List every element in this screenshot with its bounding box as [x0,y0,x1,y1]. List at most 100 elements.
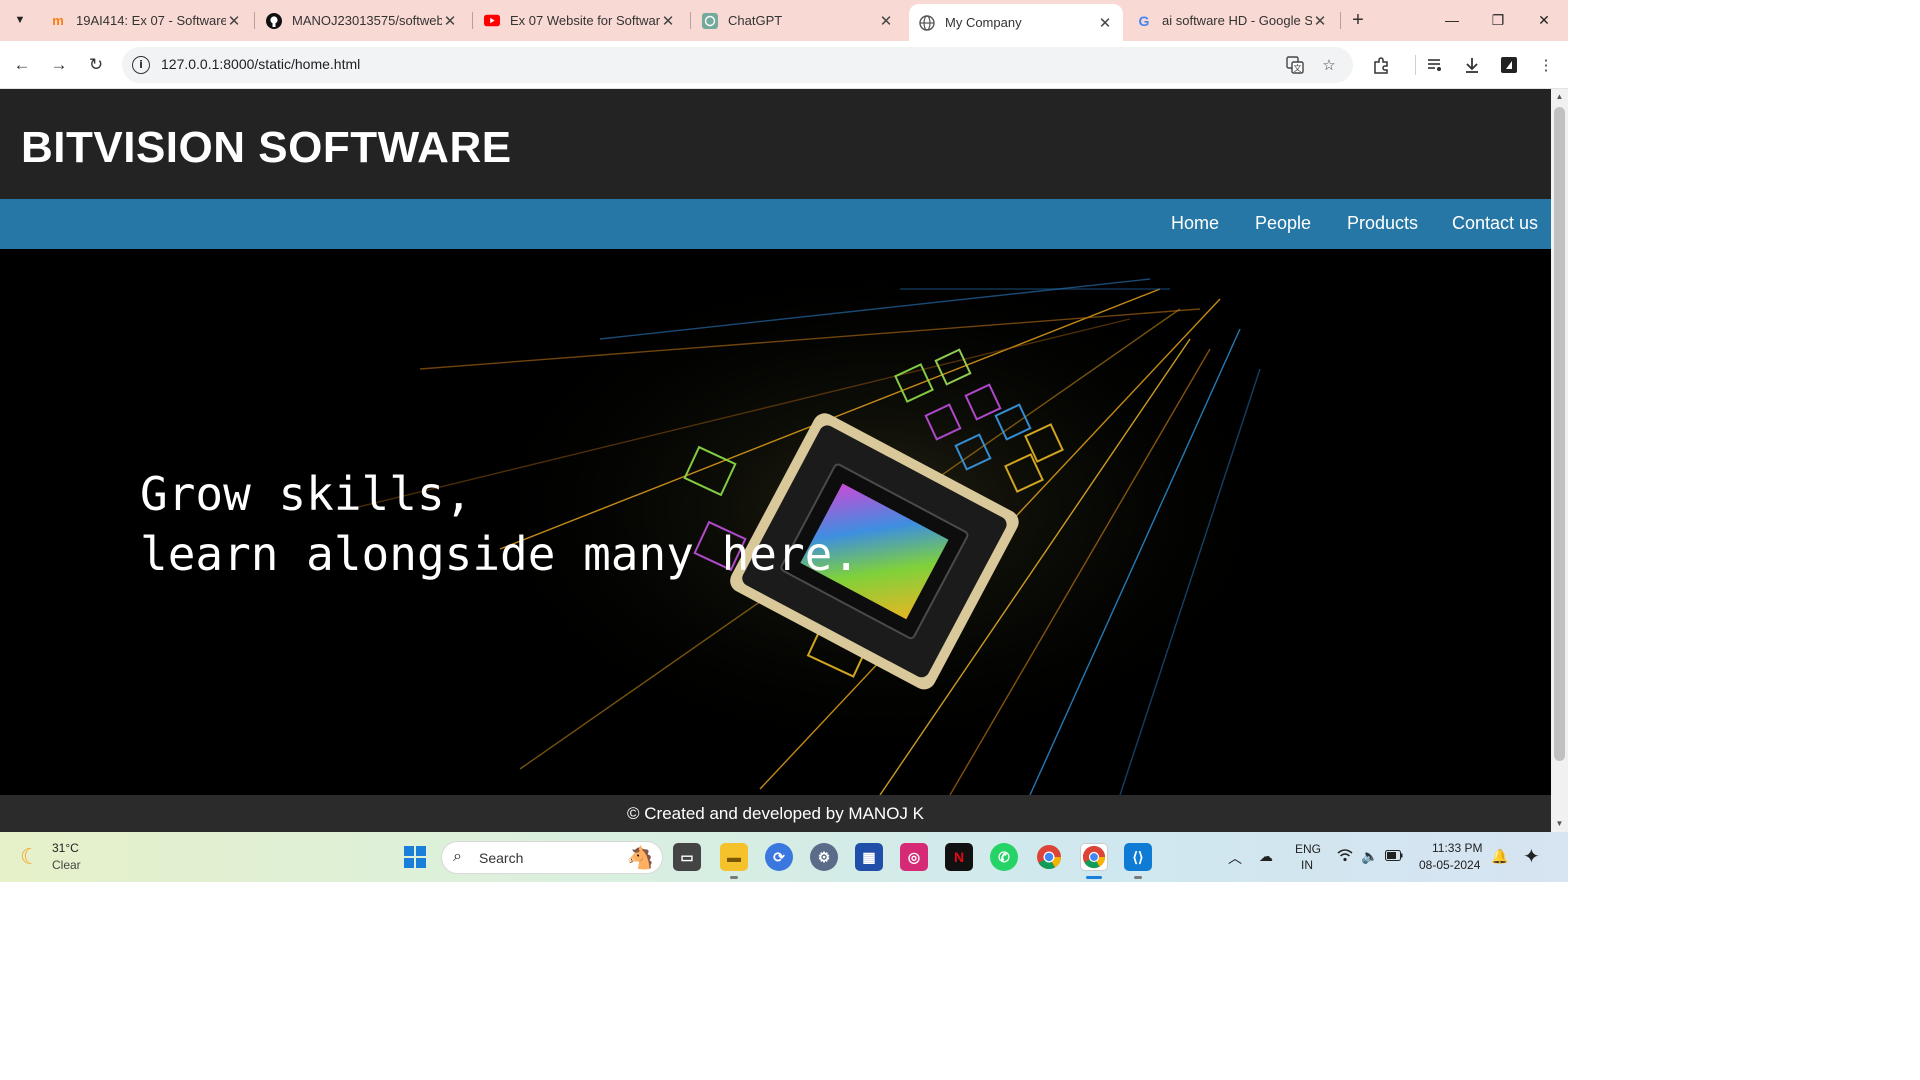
onedrive-cloud-icon[interactable]: ☁ [1259,848,1273,865]
bookmark-star-icon[interactable]: ☆ [1319,55,1339,75]
back-button[interactable]: ← [8,51,36,79]
restore-button[interactable]: ❐ [1475,6,1521,34]
menu-kebab-icon[interactable]: ⋮ [1534,53,1558,77]
clock-time[interactable]: 11:33 PM [1432,841,1482,855]
copilot-icon[interactable]: ✦ [1523,844,1540,869]
search-highlight-icon: 🐴 [626,845,654,870]
moon-weather-icon[interactable]: ☾ [20,844,40,870]
close-tab-icon[interactable]: ✕ [1312,12,1328,30]
hero-banner: Grow skills, learn alongside many here. [0,249,1551,795]
footer-credit: © Created and developed by MANOJ K [627,804,924,823]
tab-chatgpt[interactable]: ChatGPT ✕ [692,6,904,35]
site-nav: Home People Products Contact us [0,199,1551,249]
minimize-icon: — [1445,12,1459,28]
close-window-button[interactable]: ✕ [1521,6,1567,34]
restore-icon: ❐ [1491,11,1505,28]
close-tab-icon[interactable]: ✕ [226,12,242,30]
extensions-icon[interactable] [1369,53,1393,77]
whatsapp-icon[interactable]: ✆ [990,843,1018,871]
google-icon: G [1138,12,1150,29]
download-icon[interactable] [1460,53,1484,77]
site-title: BITVISION SOFTWARE [21,123,512,172]
reload-button[interactable]: ↻ [82,51,110,79]
minimize-button[interactable]: — [1429,6,1475,34]
nav-people-link[interactable]: People [1255,213,1311,234]
taskbar-search-box[interactable]: ⌕ Search 🐴 [441,841,663,874]
forward-button[interactable]: → [45,51,73,79]
chatgpt-icon [702,12,718,29]
microsoft-store-icon[interactable]: ▦ [855,843,883,871]
settings-gear-icon[interactable]: ⚙ [810,843,838,871]
tab-strip: ▼ m 19AI414: Ex 07 - Software E ✕ MANOJ2… [0,0,1568,41]
tab-github[interactable]: MANOJ23013575/softweb ✕ [256,6,468,35]
address-bar[interactable]: i 127.0.0.1:8000/static/home.html 文 ☆ [122,47,1353,83]
close-icon: ✕ [1538,11,1550,28]
tab-separator [472,12,473,29]
scroll-up-icon[interactable]: ▲ [1551,89,1568,105]
task-view-icon[interactable]: ▭ [673,843,701,871]
language-region[interactable]: IN [1301,858,1313,872]
profile-avatar-icon[interactable] [1497,53,1521,77]
tab-search-button[interactable]: ▼ [8,8,32,32]
globe-icon [919,14,935,31]
tab-separator [1340,12,1341,29]
url-text[interactable]: 127.0.0.1:8000/static/home.html [161,56,360,72]
new-tab-button[interactable]: + [1346,8,1370,32]
site-footer: © Created and developed by MANOJ K [0,795,1551,832]
tab-my-company[interactable]: My Company ✕ [909,4,1123,41]
youtube-icon [484,13,500,29]
weather-temp[interactable]: 31°C [52,841,79,855]
windows-logo-icon [404,846,426,868]
close-tab-icon[interactable]: ✕ [442,12,458,30]
chrome-icon[interactable] [1035,843,1063,871]
arrow-right-icon: → [50,55,68,74]
svg-text:文: 文 [1294,63,1302,73]
language-code[interactable]: ENG [1295,842,1321,856]
close-tab-icon[interactable]: ✕ [878,12,894,30]
running-indicator [1134,876,1142,879]
close-tab-icon[interactable]: ✕ [660,12,676,30]
scrollbar-thumb[interactable] [1554,107,1565,761]
battery-icon[interactable] [1385,848,1403,864]
taskbar-search-label: Search [479,850,524,866]
nav-contact-link[interactable]: Contact us [1452,213,1538,234]
arrow-left-icon: ← [13,55,31,74]
github-icon [266,12,282,29]
start-button[interactable] [401,843,429,871]
toolbar-divider [1415,55,1416,75]
hero-line-1: Grow skills, [140,467,473,521]
site-header: BITVISION SOFTWARE [0,89,1551,199]
tab-moodle[interactable]: m 19AI414: Ex 07 - Software E ✕ [40,6,252,35]
scroll-down-icon[interactable]: ▼ [1551,816,1568,832]
tab-youtube[interactable]: Ex 07 Website for Software ✕ [474,6,686,35]
close-tab-icon[interactable]: ✕ [1097,14,1113,32]
translate-icon[interactable]: 文 [1285,55,1305,75]
reload-icon: ↻ [88,55,104,74]
speaker-icon[interactable]: 🔈 [1361,848,1378,865]
windows-taskbar: ☾ 31°C Clear ⌕ Search 🐴 ▭ ▬ ⟳ ⚙ ▦ ◎ N ✆ … [0,832,1568,882]
page-scrollbar[interactable]: ▲ ▼ [1551,89,1568,832]
tab-google[interactable]: G ai software HD - Google Se ✕ [1126,6,1338,35]
plus-icon: + [1352,8,1364,31]
chrome-profile-icon[interactable] [1080,843,1108,871]
media-control-icon[interactable] [1423,53,1447,77]
vscode-icon[interactable]: ⟨⟩ [1124,843,1152,871]
clock-date[interactable]: 08-05-2024 [1419,858,1480,872]
moodle-icon: m [52,13,64,28]
running-indicator [730,876,738,879]
chevron-up-icon[interactable]: ︿ [1228,848,1242,868]
nav-home-link[interactable]: Home [1171,213,1219,234]
sync-app-icon[interactable]: ⟳ [765,843,793,871]
tab-separator [254,12,255,29]
page-viewport: BITVISION SOFTWARE Home People Products … [0,89,1551,832]
file-explorer-icon[interactable]: ▬ [720,843,748,871]
active-indicator [1086,876,1102,879]
search-icon: ⌕ [453,848,462,865]
weather-condition[interactable]: Clear [52,858,81,872]
notification-bell-icon[interactable]: 🔔 [1491,848,1508,865]
netflix-icon[interactable]: N [945,843,973,871]
wifi-icon[interactable] [1337,848,1353,865]
site-info-icon[interactable]: i [132,56,150,74]
nav-products-link[interactable]: Products [1347,213,1418,234]
instagram-icon[interactable]: ◎ [900,843,928,871]
